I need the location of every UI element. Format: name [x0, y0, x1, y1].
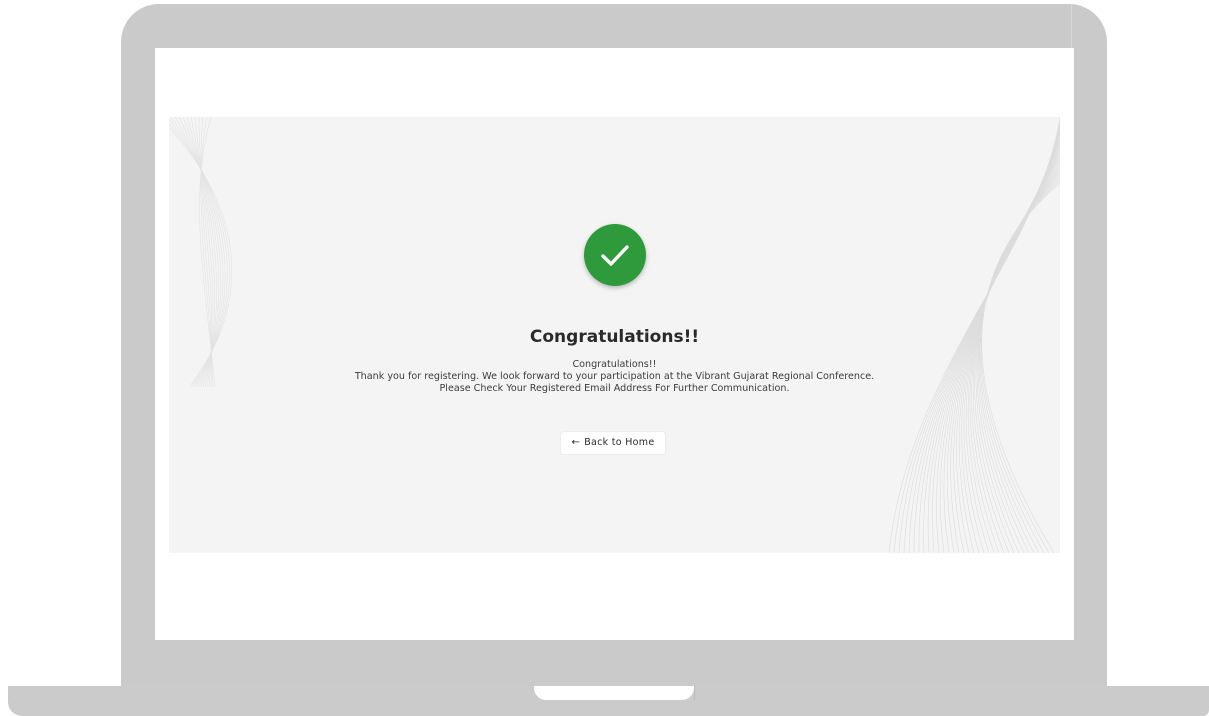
- success-check-icon: [584, 224, 646, 286]
- laptop-mockup: Congratulations!! Congratulations!! Than…: [0, 0, 1209, 716]
- back-to-home-label: Back to Home: [584, 437, 655, 448]
- confirmation-message-line-1: Congratulations!!: [572, 359, 657, 370]
- laptop-base-notch: [534, 686, 694, 700]
- lid-seam: [1071, 4, 1072, 48]
- page-title: Congratulations!!: [529, 327, 700, 347]
- laptop-screen: Congratulations!! Congratulations!! Than…: [155, 48, 1074, 640]
- confirmation-content: Congratulations!! Congratulations!! Than…: [169, 117, 1060, 553]
- laptop-base: [8, 686, 1209, 716]
- back-to-home-button[interactable]: ← Back to Home: [560, 431, 666, 455]
- arrow-left-icon: ←: [571, 437, 581, 448]
- confirmation-message-line-3: Please Check Your Registered Email Addre…: [439, 383, 790, 394]
- check-icon: [601, 245, 629, 266]
- confirmation-panel: Congratulations!! Congratulations!! Than…: [169, 117, 1060, 553]
- base-seam: [694, 686, 695, 700]
- confirmation-message-line-2: Thank you for registering. We look forwa…: [354, 371, 875, 382]
